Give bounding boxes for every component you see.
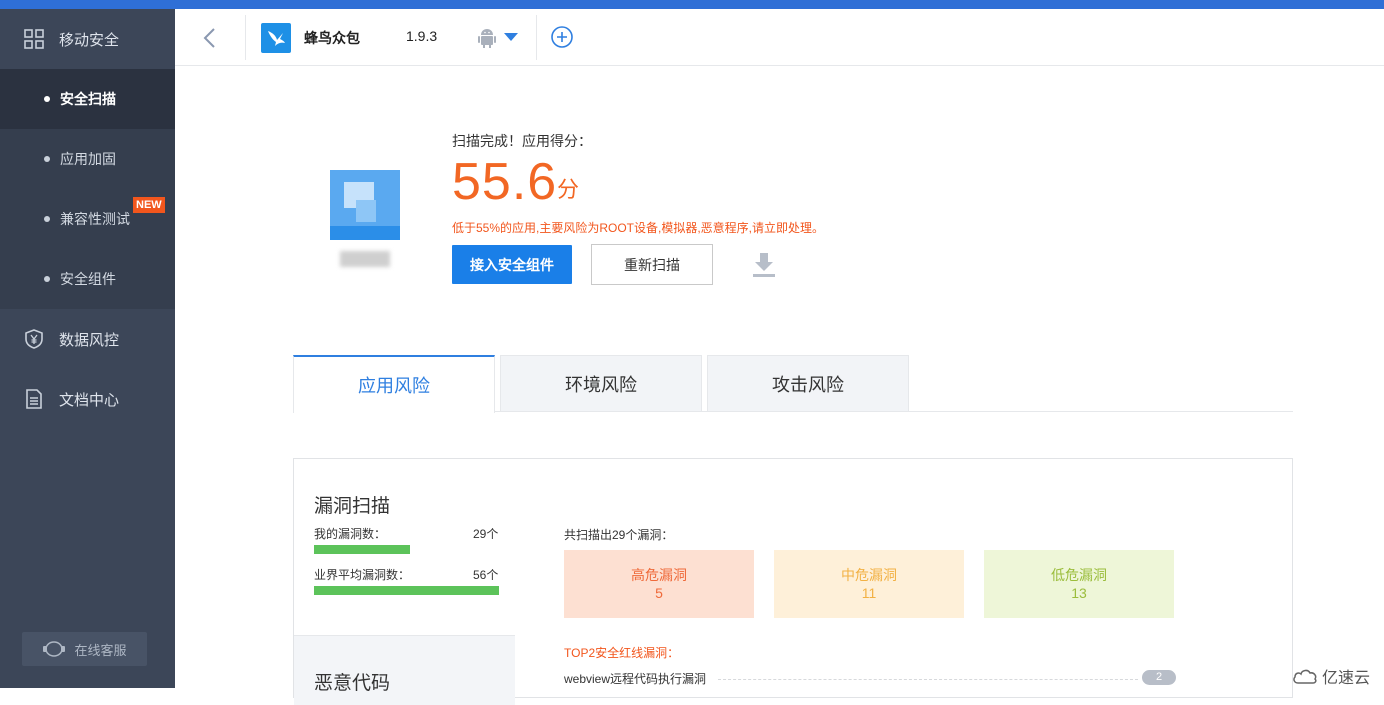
sidebar-item-compatibility-test[interactable]: 兼容性测试 NEW bbox=[0, 189, 175, 249]
vuln-scan-title: 漏洞扫描 bbox=[314, 496, 391, 517]
avg-vuln-count: 56个 bbox=[473, 568, 499, 582]
sidebar-item-app-hardening[interactable]: 应用加固 bbox=[0, 129, 175, 189]
back-button[interactable] bbox=[195, 25, 223, 51]
my-vuln-bar bbox=[314, 545, 410, 554]
header-divider bbox=[536, 15, 537, 60]
low-risk-box[interactable]: 低危漏洞 13 bbox=[984, 550, 1174, 618]
sidebar-item-label: 数据风控 bbox=[59, 331, 120, 349]
tab-attack-risk[interactable]: 攻击风险 bbox=[707, 355, 909, 412]
severity-count: 11 bbox=[861, 585, 877, 601]
online-service-label: 在线客服 bbox=[74, 642, 127, 658]
sidebar-item-label: 兼容性测试 bbox=[60, 211, 130, 227]
cloud-logo-icon bbox=[1292, 667, 1318, 685]
bullet-icon bbox=[44, 276, 50, 282]
vuln-count-badge: 2 bbox=[1142, 670, 1176, 685]
vuln-name: webview远程代码执行漏洞 bbox=[564, 672, 707, 686]
found-summary: 共扫描出29个漏洞： bbox=[564, 528, 674, 542]
chevron-left-icon bbox=[203, 28, 215, 48]
integrate-component-button[interactable]: 接入安全组件 bbox=[452, 245, 572, 284]
severity-label: 中危漏洞 bbox=[841, 567, 897, 583]
plus-circle-icon bbox=[551, 26, 573, 48]
headset-icon bbox=[42, 640, 66, 658]
download-icon bbox=[753, 253, 775, 277]
sidebar-item-label: 安全扫描 bbox=[60, 91, 116, 107]
risk-note: 低于55%的应用,主要风险为ROOT设备,模拟器,恶意程序,请立即处理。 bbox=[452, 221, 825, 235]
sidebar-item-mobile-security[interactable]: 移动安全 bbox=[0, 9, 175, 69]
sidebar-item-label: 应用加固 bbox=[60, 151, 116, 167]
avg-vuln-bar bbox=[314, 586, 499, 595]
top2-title: TOP2安全红线漏洞： bbox=[564, 646, 680, 660]
my-vuln-label: 我的漏洞数： bbox=[314, 527, 387, 541]
vuln-summary: 漏洞扫描 我的漏洞数： 29个 业界平均漏洞数： 56个 bbox=[294, 459, 515, 635]
hummingbird-icon bbox=[261, 23, 291, 53]
severity-label: 低危漏洞 bbox=[1051, 567, 1107, 583]
sidebar-item-doc-center[interactable]: 文档中心 bbox=[0, 369, 175, 429]
bullet-icon bbox=[44, 96, 50, 102]
watermark-text: 亿速云 bbox=[1322, 670, 1371, 687]
app-header: 蜂鸟众包 1.9.3 bbox=[175, 9, 1384, 66]
document-icon bbox=[24, 389, 44, 409]
android-icon bbox=[478, 29, 496, 48]
download-button[interactable] bbox=[752, 252, 776, 278]
my-vuln-count: 29个 bbox=[473, 527, 499, 541]
sidebar-item-security-component[interactable]: 安全组件 bbox=[0, 249, 175, 309]
list-item[interactable]: webview远程代码执行漏洞 2 bbox=[564, 670, 1176, 688]
score-unit: 分 bbox=[557, 177, 580, 202]
scan-status: 扫描完成！应用得分： bbox=[452, 133, 592, 149]
sidebar-submenu: 安全扫描 应用加固 兼容性测试 NEW 安全组件 bbox=[0, 69, 175, 309]
malicious-code-section[interactable]: 恶意代码 bbox=[294, 635, 515, 705]
rescan-button[interactable]: 重新扫描 bbox=[591, 244, 713, 285]
malicious-code-title: 恶意代码 bbox=[314, 673, 391, 694]
watermark: 亿速云 bbox=[1292, 664, 1370, 688]
severity-count: 5 bbox=[655, 585, 663, 601]
sidebar: 移动安全 安全扫描 应用加固 兼容性测试 NEW 安全组件 数据风控 文档中心 bbox=[0, 9, 175, 688]
online-service-button[interactable]: 在线客服 bbox=[22, 632, 147, 666]
app-icon-image bbox=[330, 170, 400, 240]
avg-vuln-label: 业界平均漏洞数： bbox=[314, 568, 411, 582]
shield-yen-icon bbox=[24, 329, 44, 349]
header-divider bbox=[245, 15, 246, 60]
tab-app-risk[interactable]: 应用风险 bbox=[293, 355, 495, 413]
medium-risk-box[interactable]: 中危漏洞 11 bbox=[774, 550, 964, 618]
tab-env-risk[interactable]: 环境风险 bbox=[500, 355, 702, 412]
bullet-icon bbox=[44, 156, 50, 162]
sidebar-item-data-risk[interactable]: 数据风控 bbox=[0, 309, 175, 369]
severity-label: 高危漏洞 bbox=[631, 567, 687, 583]
platform-selector[interactable] bbox=[477, 26, 519, 48]
top-accent-bar bbox=[0, 0, 1384, 9]
add-app-button[interactable] bbox=[550, 25, 574, 49]
severity-count: 13 bbox=[1071, 585, 1087, 601]
high-risk-box[interactable]: 高危漏洞 5 bbox=[564, 550, 754, 618]
bullet-icon bbox=[44, 216, 50, 222]
caret-down-icon bbox=[504, 33, 518, 41]
sidebar-item-label: 文档中心 bbox=[59, 391, 120, 409]
sidebar-item-security-scan[interactable]: 安全扫描 bbox=[0, 69, 175, 129]
score-value: 55.6 bbox=[452, 153, 558, 211]
app-version: 1.9.3 bbox=[406, 28, 438, 44]
app-name: 蜂鸟众包 bbox=[304, 30, 360, 46]
grid-icon bbox=[24, 29, 44, 49]
leader-dots bbox=[718, 679, 1138, 680]
app-label-image bbox=[340, 251, 390, 267]
sidebar-item-label: 安全组件 bbox=[60, 271, 116, 287]
new-badge: NEW bbox=[133, 197, 165, 213]
risk-panel: 漏洞扫描 我的漏洞数： 29个 业界平均漏洞数： 56个 恶意代码 共扫描出29… bbox=[293, 458, 1293, 705]
sidebar-item-label: 移动安全 bbox=[59, 31, 120, 49]
